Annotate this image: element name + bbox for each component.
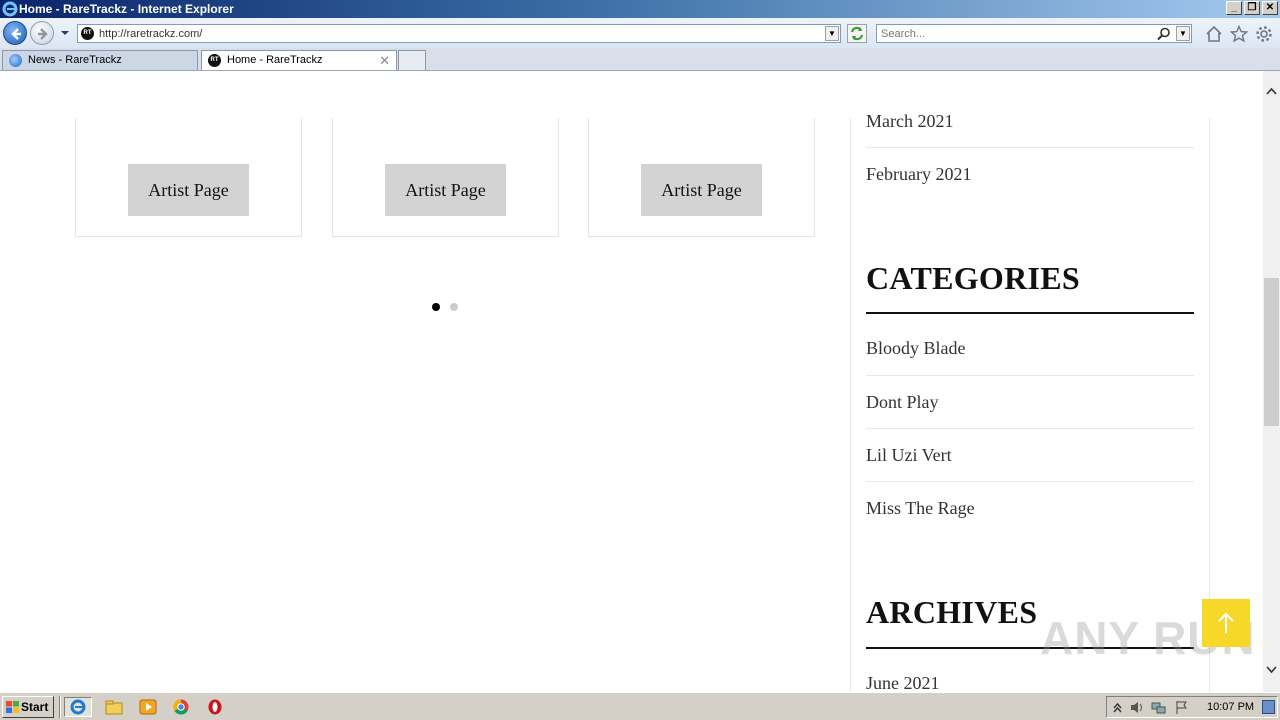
close-tab-icon[interactable]: ✕ [379, 51, 390, 70]
carousel-dot[interactable] [450, 303, 458, 311]
navigation-toolbar: RT ▼ ▼ [0, 18, 1280, 48]
archive-link[interactable]: February 2021 [866, 164, 971, 185]
forward-button[interactable] [30, 21, 54, 45]
show-desktop-button[interactable] [1262, 700, 1275, 714]
archive-link[interactable]: June 2021 [866, 673, 940, 692]
scroll-up-icon[interactable] [1263, 83, 1280, 100]
site-tab-icon: RT [208, 54, 221, 67]
heading-rule [866, 312, 1194, 314]
address-input[interactable] [99, 26, 819, 41]
media-player-icon[interactable] [137, 697, 159, 717]
category-link[interactable]: Miss The Rage [866, 498, 975, 519]
address-bar: RT ▼ [77, 24, 841, 43]
folder-icon[interactable] [103, 697, 125, 717]
search-input[interactable] [881, 26, 1151, 41]
artist-card: Artist Page [75, 118, 302, 237]
category-link[interactable]: Lil Uzi Vert [866, 445, 952, 466]
divider [866, 428, 1194, 429]
back-arrow-icon [11, 28, 21, 40]
opera-icon[interactable] [204, 697, 226, 717]
page-viewport: Artist Page Artist Page Artist Page Marc… [0, 71, 1263, 692]
star-icon[interactable] [1230, 25, 1248, 43]
search-box: ▼ [876, 24, 1192, 43]
scrollbar-thumb[interactable] [1264, 278, 1279, 426]
artist-card: Artist Page [332, 118, 559, 237]
windows-flag-icon [6, 701, 19, 713]
search-dropdown-button[interactable]: ▼ [1176, 26, 1190, 41]
close-button[interactable]: ✕ [1262, 1, 1278, 15]
start-button[interactable]: Start [2, 696, 54, 718]
show-hidden-icons-icon[interactable] [1110, 700, 1125, 715]
ie-tab-icon [9, 54, 22, 67]
scroll-to-top-button[interactable] [1202, 599, 1250, 647]
artist-page-button[interactable]: Artist Page [641, 164, 762, 216]
window-controls: _ ❐ ✕ [1226, 1, 1278, 15]
gear-icon[interactable] [1255, 25, 1273, 43]
search-icon[interactable] [1157, 27, 1171, 41]
sidebar: March 2021 February 2021 CATEGORIES Bloo… [850, 111, 1210, 692]
archive-link[interactable]: March 2021 [866, 111, 953, 132]
address-dropdown-button[interactable]: ▼ [825, 26, 839, 41]
taskbar: Start 10:07 PM [0, 692, 1280, 720]
chrome-icon[interactable] [170, 697, 192, 717]
archives-heading: ARCHIVES [866, 594, 1038, 630]
home-icon[interactable] [1205, 25, 1223, 43]
category-link[interactable]: Bloody Blade [866, 338, 966, 359]
divider [866, 147, 1194, 148]
refresh-icon [851, 26, 863, 41]
carousel-dot-active[interactable] [432, 303, 440, 311]
tab-bar: News - RareTrackz RT Home - RareTrackz ✕ [0, 48, 1280, 71]
artist-card: Artist Page [588, 118, 815, 237]
divider [866, 375, 1194, 376]
category-link[interactable]: Dont Play [866, 392, 939, 413]
forward-arrow-icon [38, 28, 48, 40]
divider [866, 481, 1194, 482]
restore-button[interactable]: ❐ [1244, 1, 1260, 15]
window-title: Home - RareTrackz - Internet Explorer [19, 2, 234, 16]
window-title-bar: Home - RareTrackz - Internet Explorer _ … [0, 0, 1280, 18]
arrow-up-icon [1218, 612, 1234, 633]
tab-label: Home - RareTrackz [227, 54, 323, 66]
clock[interactable]: 10:07 PM [1207, 697, 1254, 717]
artist-page-button[interactable]: Artist Page [128, 164, 249, 216]
taskbar-ie-button[interactable] [64, 697, 92, 717]
system-tray: 10:07 PM [1106, 696, 1278, 718]
refresh-button[interactable] [847, 24, 867, 43]
network-icon[interactable] [1151, 700, 1166, 715]
divider [59, 696, 61, 718]
scroll-down-icon[interactable] [1263, 661, 1280, 678]
artist-page-button[interactable]: Artist Page [385, 164, 506, 216]
ie-icon [70, 699, 86, 715]
history-dropdown-icon[interactable] [59, 27, 71, 39]
tab-home[interactable]: RT Home - RareTrackz ✕ [201, 50, 397, 70]
vertical-scrollbar[interactable] [1263, 71, 1280, 692]
tab-news[interactable]: News - RareTrackz [2, 50, 198, 70]
action-center-flag-icon[interactable] [1174, 700, 1189, 715]
site-favicon: RT [81, 27, 94, 40]
ie-icon [2, 1, 18, 17]
minimize-button[interactable]: _ [1226, 1, 1242, 15]
volume-icon[interactable] [1129, 700, 1144, 715]
tab-label: News - RareTrackz [28, 54, 122, 66]
start-label: Start [21, 700, 49, 714]
new-tab-button[interactable] [398, 50, 426, 70]
back-button[interactable] [3, 21, 27, 45]
categories-heading: CATEGORIES [866, 260, 1081, 296]
